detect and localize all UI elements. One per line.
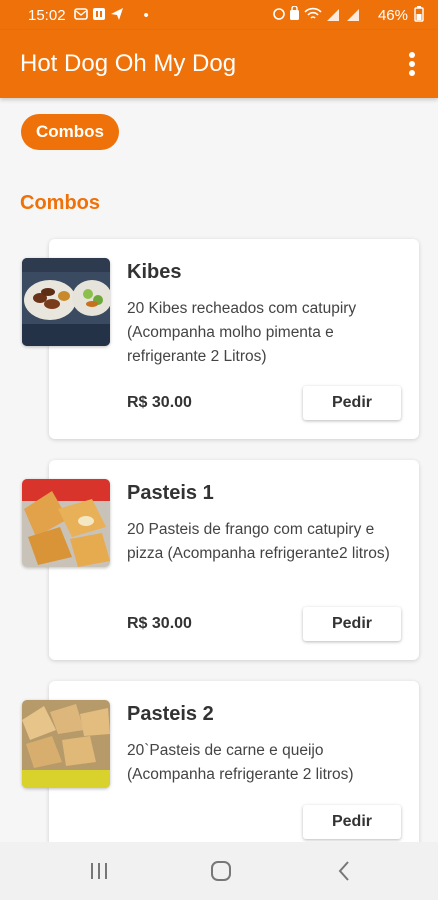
app-title: Hot Dog Oh My Dog [20, 50, 237, 77]
system-nav-bar [0, 842, 438, 900]
order-button[interactable]: Pedir [303, 607, 401, 641]
product-name: Pasteis 1 [127, 482, 214, 504]
product-description: 20 Pasteis de frango com catupiry e pizz… [127, 521, 390, 562]
status-time: 15:02 [28, 6, 66, 24]
status-system-icons [272, 5, 372, 24]
status-bar: 15:02 • 46% [0, 0, 438, 30]
product-name: Pasteis 2 [127, 703, 214, 725]
section-title: Combos [20, 192, 100, 214]
app-bar: Hot Dog Oh My Dog [0, 30, 438, 98]
back-icon[interactable] [329, 857, 359, 885]
product-name: Kibes [127, 261, 182, 283]
product-price: R$ 30.00 [127, 394, 192, 411]
order-button[interactable]: Pedir [303, 386, 401, 420]
category-chip-combos[interactable]: Combos [21, 114, 119, 150]
status-battery-text: 46% [377, 6, 408, 24]
recent-apps-icon[interactable] [84, 857, 114, 885]
product-image[interactable] [22, 258, 110, 346]
notification-icons [73, 7, 136, 23]
status-dot: • [143, 6, 149, 24]
order-button[interactable]: Pedir [303, 805, 401, 839]
home-icon[interactable] [206, 857, 236, 885]
product-description: 20 Kibes recheados com catupiry (Acompan… [127, 300, 357, 365]
product-description: 20`Pasteis de carne e queijo (Acompanha … [127, 742, 354, 783]
battery-icon [414, 6, 424, 24]
product-image[interactable] [22, 479, 110, 567]
product-price: R$ 30.00 [127, 615, 192, 632]
more-vert-icon[interactable] [402, 50, 422, 78]
product-image[interactable] [22, 700, 110, 788]
